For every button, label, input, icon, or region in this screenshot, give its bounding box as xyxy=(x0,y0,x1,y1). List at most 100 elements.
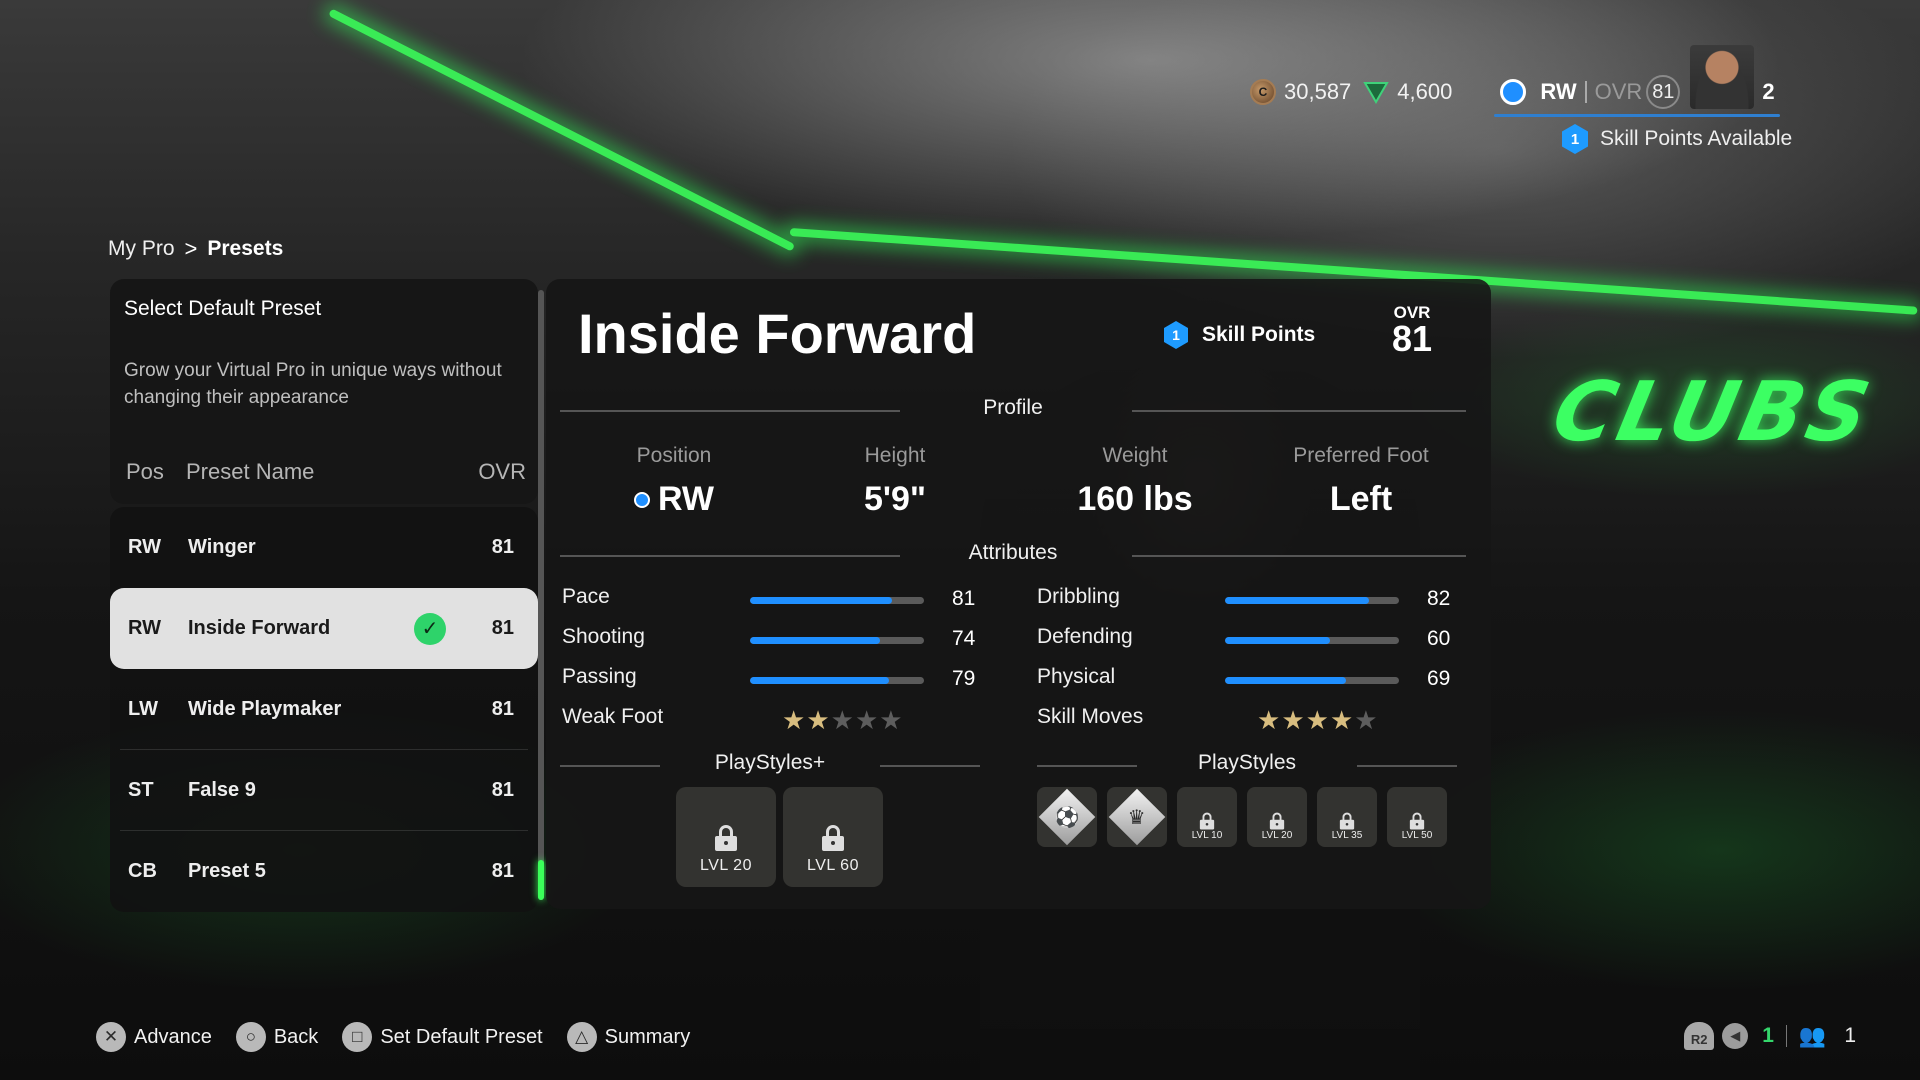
preset-list-scrollbar[interactable] xyxy=(538,290,544,900)
skill-moves-stars: ★★★★★ xyxy=(1257,705,1379,736)
profile-key: Height xyxy=(864,444,926,467)
preset-pos: RW xyxy=(128,617,161,639)
coins-balance: 30,587 xyxy=(1284,79,1352,104)
social-status: R2 ◀ 1 👥 1 xyxy=(1684,1022,1856,1050)
section-label: PlayStyles xyxy=(1197,751,1297,774)
position-dot-icon xyxy=(1500,79,1527,105)
preset-row-preset-5[interactable]: CB Preset 5 81 xyxy=(110,831,538,912)
points-icon xyxy=(1363,82,1390,104)
preset-row-winger[interactable]: RW Winger 81 xyxy=(110,507,538,588)
preset-ovr: 81 xyxy=(491,779,514,801)
column-header-preset-name: Preset Name xyxy=(186,459,315,484)
preset-detail-panel: Inside Forward 1 Skill Points OVR 81 Pro… xyxy=(546,279,1491,909)
lock-icon xyxy=(1199,812,1215,830)
divider-line xyxy=(1357,765,1457,767)
attribute-skill-moves: Skill Moves ★★★★★ xyxy=(1037,705,1457,735)
summary-button[interactable]: △ Summary xyxy=(566,1022,690,1052)
unlock-level: LVL 60 xyxy=(807,857,859,874)
preset-row-false-9[interactable]: ST False 9 81 xyxy=(110,750,538,831)
player-avatar xyxy=(1690,45,1755,109)
profile-key: Position xyxy=(636,444,712,467)
divider-line xyxy=(1132,410,1466,412)
playstyle-slot-locked[interactable]: LVL 10 xyxy=(1177,787,1237,847)
voice-chat-count: 1 xyxy=(1762,1024,1774,1047)
profile-value: Left xyxy=(1329,480,1393,518)
attribute-bar xyxy=(1225,597,1399,604)
attribute-bar-fill xyxy=(750,597,893,604)
attribute-name: Defending xyxy=(1037,625,1133,648)
section-label: Profile xyxy=(983,396,1043,419)
star-filled-icon: ★ xyxy=(1257,705,1282,735)
party-count: 1 xyxy=(1844,1024,1856,1047)
set-default-preset-button[interactable]: □ Set Default Preset xyxy=(342,1022,543,1052)
button-label: Set Default Preset xyxy=(380,1025,543,1048)
scrollbar-thumb[interactable] xyxy=(538,860,544,900)
playstyle-plus-slot-locked[interactable]: LVL 20 xyxy=(676,787,776,887)
lock-icon xyxy=(715,825,737,851)
preset-row-wide-playmaker[interactable]: LW Wide Playmaker 81 xyxy=(110,669,538,750)
preset-name: Preset 5 xyxy=(188,860,266,882)
skill-points-indicator: 1 Skill Points xyxy=(1164,321,1315,349)
attribute-name: Skill Moves xyxy=(1037,705,1144,728)
playstyle-plus-slot-locked[interactable]: LVL 60 xyxy=(783,787,883,887)
star-empty-icon: ★ xyxy=(1354,705,1379,735)
unlock-level: LVL 10 xyxy=(1191,830,1223,841)
attribute-name: Physical xyxy=(1037,665,1116,688)
profile-key: Preferred Foot xyxy=(1293,444,1429,467)
advance-button[interactable]: ✕ Advance xyxy=(96,1022,212,1052)
star-empty-icon: ★ xyxy=(830,705,855,735)
preset-list-header-panel: Select Default Preset Grow your Virtual … xyxy=(110,279,538,504)
profile-preferred-foot: Preferred Foot Left xyxy=(1251,444,1471,519)
attribute-bar-fill xyxy=(750,677,889,684)
playstyles-header: PlayStyles xyxy=(1037,751,1457,781)
preset-title: Inside Forward xyxy=(578,302,977,365)
attribute-bar xyxy=(1225,677,1399,684)
profile-value: 160 lbs xyxy=(1077,480,1193,518)
attribute-bar-fill xyxy=(1225,597,1370,604)
circle-button-icon: ○ xyxy=(235,1022,266,1052)
lock-icon xyxy=(822,825,844,851)
profile-value: 5'9" xyxy=(863,480,927,518)
star-filled-icon: ★ xyxy=(1329,705,1355,735)
panel-description: Grow your Virtual Pro in unique ways wit… xyxy=(124,360,502,408)
profile-height: Height 5'9" xyxy=(785,444,1005,519)
playstyle-slot-locked[interactable]: LVL 20 xyxy=(1247,787,1307,847)
position-dot-icon xyxy=(633,491,650,508)
preset-ovr: 81 xyxy=(491,536,514,558)
attributes-section-header: Attributes xyxy=(560,541,1466,571)
playstyle-slot-ball-control[interactable]: ⚽ xyxy=(1037,787,1097,847)
profile-section-header: Profile xyxy=(560,396,1466,426)
ball-control-playstyle-icon: ⚽ xyxy=(1038,788,1096,846)
breadcrumb-my-pro[interactable]: My Pro xyxy=(108,237,175,261)
chevron-right-icon: > xyxy=(184,236,198,261)
profile-position: Position RW xyxy=(564,444,784,519)
preset-row-inside-forward[interactable]: RW Inside Forward ✓ 81 xyxy=(110,588,538,669)
star-filled-icon: ★ xyxy=(806,705,831,735)
neon-light-strip xyxy=(328,8,796,252)
preset-ovr: 81 xyxy=(491,617,514,639)
attribute-name: Shooting xyxy=(562,625,645,648)
lock-icon xyxy=(1269,812,1285,830)
attribute-value: 81 xyxy=(952,587,976,610)
clubs-neon-sign: CLUBS xyxy=(1544,365,1882,460)
preset-pos: RW xyxy=(128,536,161,558)
r2-button-icon[interactable]: R2 xyxy=(1684,1022,1715,1050)
attribute-value: 60 xyxy=(1427,627,1451,650)
attribute-name: Dribbling xyxy=(1037,585,1120,608)
back-button[interactable]: ○ Back xyxy=(235,1022,318,1052)
attribute-passing: Passing 79 xyxy=(562,665,982,695)
playstyle-slot-locked[interactable]: LVL 35 xyxy=(1317,787,1377,847)
profile-weight: Weight 160 lbs xyxy=(1025,444,1245,519)
button-prompts: ✕ Advance ○ Back □ Set Default Preset △ … xyxy=(96,1022,714,1052)
attribute-bar xyxy=(750,677,924,684)
attribute-name: Weak Foot xyxy=(562,705,664,728)
attribute-bar xyxy=(750,597,924,604)
profile-value: RW xyxy=(657,480,715,518)
playstyle-slot-locked[interactable]: LVL 50 xyxy=(1387,787,1447,847)
attribute-shooting: Shooting 74 xyxy=(562,625,982,655)
points-balance: 4,600 xyxy=(1397,79,1453,104)
cross-button-icon: ✕ xyxy=(96,1022,126,1052)
trickster-playstyle-icon: ♛ xyxy=(1108,788,1166,846)
status-divider xyxy=(1785,1025,1787,1047)
playstyle-slot-trickster[interactable]: ♛ xyxy=(1107,787,1167,847)
